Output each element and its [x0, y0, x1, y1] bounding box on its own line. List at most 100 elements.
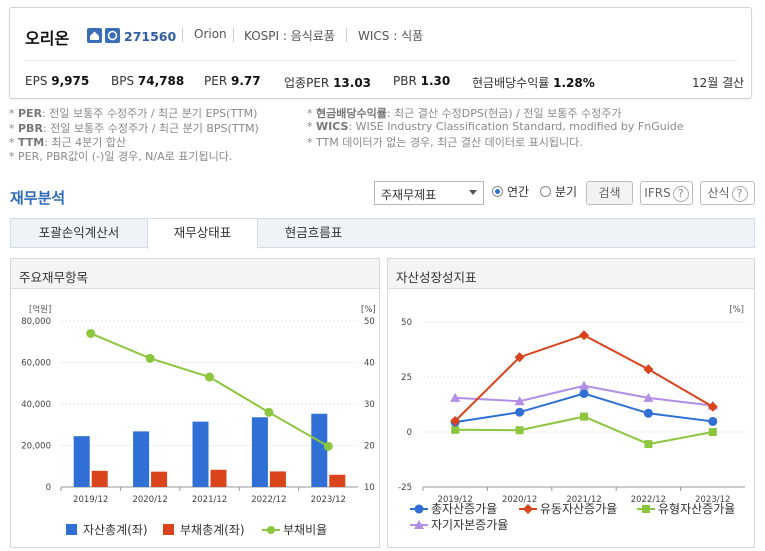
stat-bps: BPS 74,788 [111, 74, 185, 88]
note-wics: * WICS: WISE Industry Classification Sta… [307, 120, 684, 133]
right-tick-label: 40 [364, 359, 375, 369]
legend-label: 유형자산증가율 [658, 502, 735, 516]
tab-income-statement[interactable]: 포괄손익계산서 [11, 219, 147, 248]
search-button[interactable]: 검색 [586, 181, 633, 205]
left-tick-label: 40,000 [21, 400, 51, 410]
bar-debt-total [269, 471, 286, 487]
x-tick-label: 2020/12 [502, 495, 537, 505]
company-english-name: Orion [194, 27, 227, 41]
right-axis-unit: [%] [729, 305, 744, 315]
line-tangible-asset-growth [455, 415, 713, 446]
statement-tabs: 포괄손익계산서 재무상태표 현금흐름표 [10, 218, 755, 249]
point-current-asset-growth [707, 401, 718, 412]
bar-asset-total [251, 417, 268, 487]
point-tangible-asset-growth [580, 412, 588, 421]
point-tangible-asset-growth [708, 428, 717, 436]
separator [346, 28, 347, 42]
legend-label: 부채비율 [283, 523, 327, 537]
bar-asset-total [133, 431, 150, 487]
formula-button[interactable]: 산식? [700, 181, 755, 205]
point-tangible-asset-growth [644, 440, 653, 449]
bar-asset-total [192, 421, 209, 487]
x-tick-label: 2022/12 [251, 495, 286, 505]
stock-code: 271560 [124, 29, 177, 44]
company-name[interactable]: 오리온 [25, 25, 69, 49]
point-debt-ratio [323, 441, 333, 451]
point-tangible-asset-growth [515, 426, 524, 435]
left-tick-label: 20,000 [21, 442, 51, 452]
note-dividend: * 현금배당수익률: 최근 결산 수정DPS(현금) / 전일 보통주 수정주가 [307, 107, 622, 120]
formula-label: 산식 [707, 186, 730, 200]
ir-icon[interactable] [105, 28, 120, 43]
stat-eps: EPS 9,975 [25, 74, 90, 88]
legend-label: 자기자본증가율 [431, 518, 508, 532]
separator [182, 28, 183, 42]
legend-swatch [523, 504, 533, 514]
left-axis-unit: [억원] [29, 304, 51, 315]
radio-quarter[interactable] [540, 186, 551, 197]
point-total-asset-growth [708, 416, 718, 426]
point-debt-ratio [205, 372, 214, 382]
radio-annual[interactable] [492, 186, 503, 197]
help-icon: ? [672, 185, 689, 202]
bar-debt-total [91, 470, 108, 487]
stat-per: PER 9.77 [204, 74, 261, 88]
x-tick-label: 2019/12 [73, 495, 108, 505]
y-tick-label: -25 [398, 483, 412, 493]
legend-label: 자산총계(좌) [83, 523, 148, 537]
legend-swatch [642, 505, 650, 513]
radio-quarter-label[interactable]: 분기 [555, 183, 577, 200]
x-tick-label: 2020/12 [132, 495, 167, 505]
bar-asset-total [311, 413, 328, 487]
point-current-asset-growth [643, 364, 654, 375]
note-na: * PER, PBR값이 (-)일 경우, N/A로 표기됩니다. [9, 150, 233, 163]
settlement-month: 12월 결산 [692, 76, 745, 90]
line-debt-ratio [90, 332, 329, 448]
x-tick-label: 2021/12 [192, 495, 227, 505]
separator [233, 28, 234, 42]
legend-label: 유동자산증가율 [540, 502, 617, 516]
point-equity-growth [579, 380, 589, 390]
right-tick-label: 10 [364, 483, 375, 493]
bar-debt-total [210, 469, 227, 487]
tab-cash-flow[interactable]: 현금흐름표 [258, 219, 369, 248]
market-info: KOSPI : 음식료품 [244, 29, 335, 43]
right-tick-label: 20 [364, 442, 375, 452]
point-debt-ratio [145, 353, 155, 363]
legend-label: 부채총계(좌) [180, 523, 245, 537]
asset-growth-panel: 자산성장성지표 [%] 50 25 0 -25 2019/12 2020/12 2021/12… [387, 258, 755, 548]
section-title: 재무분석 [10, 189, 66, 207]
point-debt-ratio [86, 328, 96, 338]
line-current-asset-growth [454, 334, 714, 422]
bar-asset-total [73, 436, 90, 487]
note-ttm-fallback: * TTM 데이터가 없는 경우, 최근 결산 데이터로 표시됩니다. [307, 136, 583, 149]
home-icon[interactable] [87, 28, 102, 43]
stat-dividend-yield: 현금배당수익률 1.28% [472, 76, 595, 90]
point-total-asset-growth [643, 408, 653, 418]
panel-title: 주요재무항목 [11, 259, 379, 289]
y-tick-label: 50 [401, 318, 412, 328]
ifrs-button[interactable]: IFRS? [640, 181, 693, 205]
stat-industry-per: 업종PER 13.03 [284, 76, 372, 90]
y-tick-label: 0 [407, 428, 412, 438]
key-financials-chart: [억원] [%] 80,000 60,000 40,000 20,000 0 50 40 30 20… [21, 304, 376, 537]
statement-select[interactable]: 주재무제표 [374, 181, 484, 205]
panel-title: 자산성장성지표 [388, 259, 754, 289]
point-current-asset-growth [579, 330, 589, 341]
key-financials-panel: 주요재무항목 [억원] [%] 80,000 60,000 40,000 20,000 0 5… [10, 258, 380, 548]
point-total-asset-growth [579, 389, 589, 398]
tab-balance-sheet[interactable]: 재무상태표 [147, 218, 258, 249]
bar-debt-total [151, 471, 168, 487]
asset-growth-chart: [%]50250-252019/12 2020/12 2021/12 2022/12 2… [398, 305, 745, 532]
wics-info: WICS : 식품 [358, 29, 424, 43]
ifrs-label: IFRS [644, 186, 671, 200]
left-tick-label: 80,000 [21, 317, 51, 327]
point-total-asset-growth [515, 407, 525, 417]
note-per: * PER: 전일 보통주 수정주가 / 최근 분기 EPS(TTM) [9, 107, 258, 120]
right-tick-label: 30 [364, 400, 375, 410]
right-axis-unit: [%] [361, 305, 376, 315]
legend-swatch [66, 524, 77, 535]
statement-select-value: 주재무제표 [381, 188, 437, 202]
radio-annual-label[interactable]: 연간 [507, 183, 529, 200]
legend-swatch [163, 524, 174, 535]
